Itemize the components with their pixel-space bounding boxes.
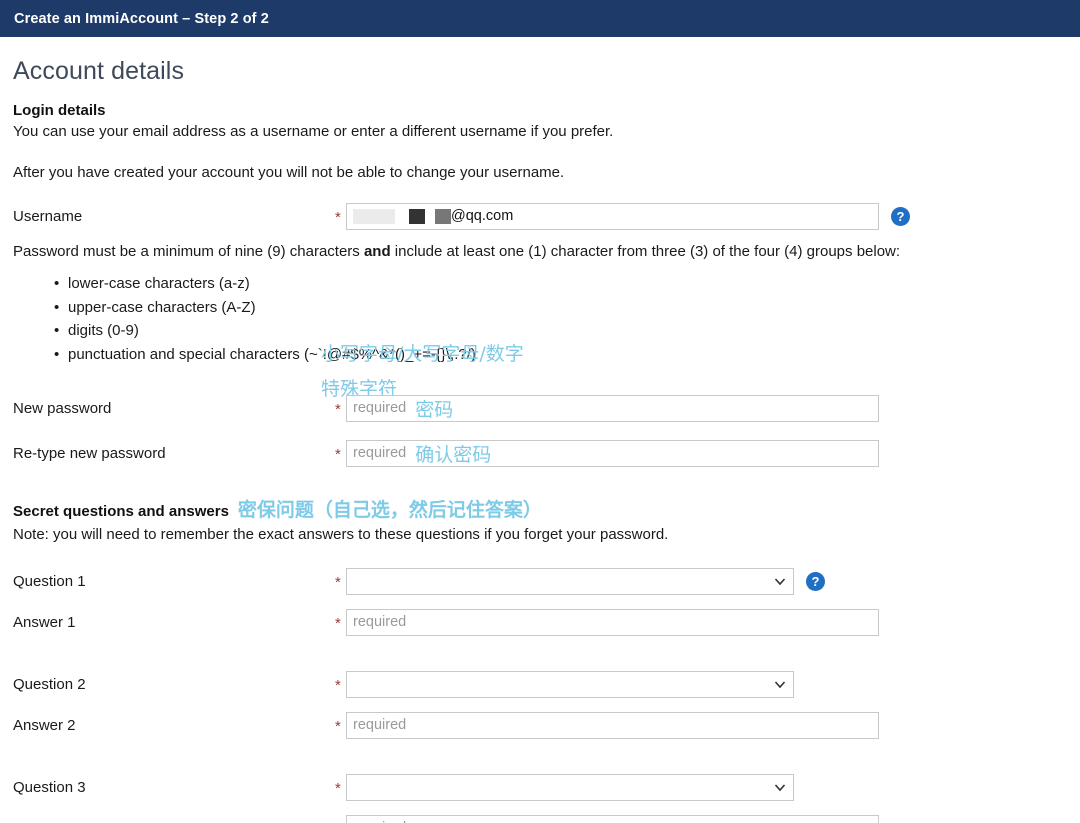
redaction-block [353,208,395,224]
login-details-heading: Login details [13,102,106,119]
annotation-secret-questions: 密保问题（自己选，然后记住答案） [237,499,542,521]
question-3-select[interactable] [346,773,794,801]
new-password-placeholder: required [353,400,407,416]
username-row: Username * @qq.com ? [13,200,1080,232]
question-3-row: Question 3 * [13,771,1080,803]
question-3-label: Question 3 [13,778,86,796]
password-rules-intro-after: include at least one (1) character from … [390,243,901,260]
redaction-block [409,208,425,224]
chevron-down-icon [774,576,786,587]
retype-password-row: Re-type new password * required 确认密码 [13,437,1080,469]
answer-1-required-marker: * [335,615,341,632]
list-item: upper-case characters (A-Z) [54,296,1080,320]
answer-2-row: Answer 2 * required [13,709,1080,741]
question-3-required-marker: * [335,780,341,797]
page-content: Account details Login details You can us… [0,57,1080,823]
username-label: Username [13,207,83,225]
secret-questions-heading: Secret questions and answers 密保问题（自己选，然后记… [13,495,1080,522]
question-2-row: Question 2 * [13,668,1080,700]
question-1-label: Question 1 [13,572,86,590]
username-value-suffix: @qq.com [451,208,514,224]
list-item: digits (0-9) [54,319,1080,343]
retype-password-placeholder: required [353,445,407,461]
answer-2-input[interactable]: required [346,711,879,739]
answer-2-placeholder: required [353,717,407,733]
annotation-new-password: 密码 [415,398,454,421]
chevron-down-icon [774,679,786,690]
new-password-required-marker: * [335,401,341,418]
redaction-block [435,208,451,224]
window-title: Create an ImmiAccount – Step 2 of 2 [14,10,269,27]
answer-3-row: Answer 3 * required [13,812,1080,823]
retype-password-input[interactable]: required 确认密码 [346,439,879,467]
answer-3-required-marker: * [335,819,346,823]
retype-password-label: Re-type new password [13,444,166,462]
password-rules-list: lower-case characters (a-z) upper-case c… [13,272,1080,366]
question-2-label: Question 2 [13,675,86,693]
help-icon[interactable]: ? [806,571,825,591]
chevron-down-icon [774,782,786,793]
question-2-required-marker: * [335,677,341,694]
page-title: Account details [13,57,185,85]
annotation-retype-password: 确认密码 [415,443,492,466]
new-password-label: New password [13,399,112,417]
retype-password-required-marker: * [335,446,341,463]
password-rules-intro: Password must be a minimum of nine (9) c… [13,241,1080,262]
secret-questions-heading-text: Secret questions and answers [13,503,229,520]
answer-1-placeholder: required [353,614,407,630]
new-password-row: New password * required 密码 [13,392,1080,424]
question-1-required-marker: * [335,574,341,591]
login-details-line2: After you have created your account you … [13,164,565,181]
list-item: lower-case characters (a-z) [54,272,1080,296]
answer-1-label: Answer 1 [13,613,76,631]
answer-2-label: Answer 2 [13,716,76,734]
question-2-select[interactable] [346,670,794,698]
password-rules-intro-before: Password must be a minimum of nine (9) c… [13,243,364,260]
window-titlebar: Create an ImmiAccount – Step 2 of 2 [0,0,1080,37]
secret-questions-note: Note: you will need to remember the exac… [13,526,669,543]
login-details-line1: You can use your email address as a user… [13,123,614,140]
answer-1-input[interactable]: required [346,608,879,636]
answer-3-input[interactable]: required [346,814,879,823]
answer-3-label: Answer 3 [13,820,335,823]
username-required-marker: * [335,209,341,226]
answer-1-row: Answer 1 * required [13,606,1080,638]
answer-2-required-marker: * [335,718,341,735]
password-rules-intro-bold: and [363,243,391,260]
question-1-select[interactable] [346,567,794,595]
help-icon[interactable]: ? [891,206,910,226]
list-item: punctuation and special characters (~`!@… [54,343,1080,367]
new-password-input[interactable]: required 密码 [346,394,879,422]
question-1-row: Question 1 * ? [13,565,1080,597]
username-input[interactable]: @qq.com [346,202,879,230]
